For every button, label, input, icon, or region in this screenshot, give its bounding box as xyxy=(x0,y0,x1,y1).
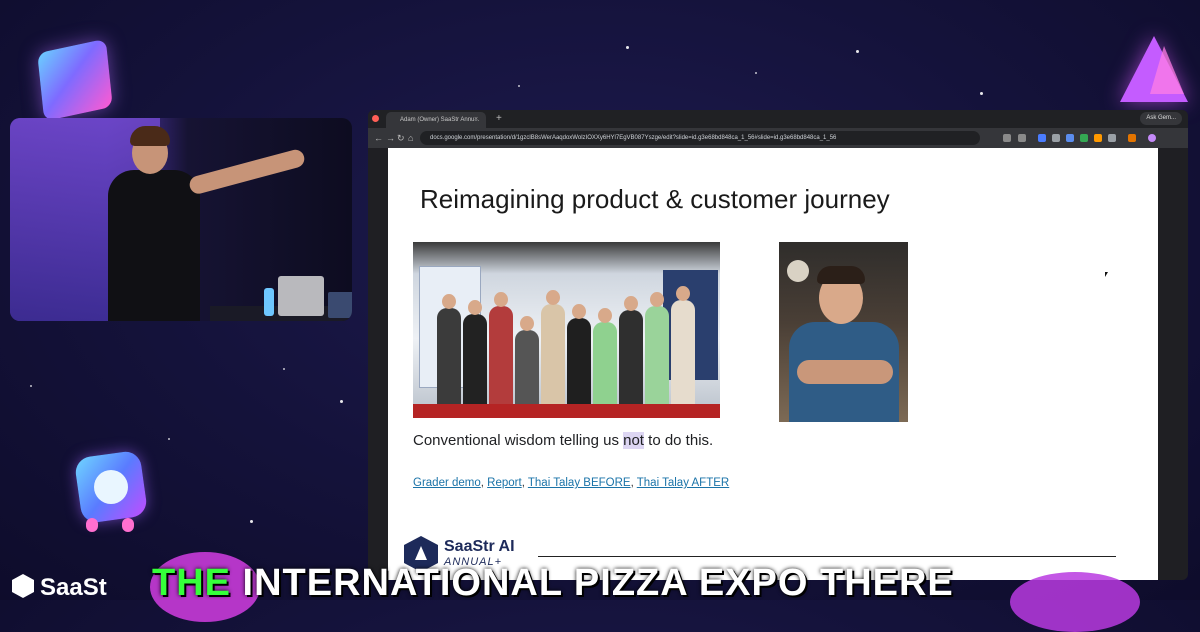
link-grader-demo[interactable]: Grader demo xyxy=(413,477,481,489)
caption-text: Conventional wisdom telling us xyxy=(413,432,624,449)
link-thai-talay-after[interactable]: Thai Talay AFTER xyxy=(637,477,729,489)
slide-footer-divider xyxy=(538,556,1116,557)
saastr-logo-name: SaaStr AI xyxy=(444,538,515,555)
new-tab-button[interactable]: + xyxy=(496,111,502,127)
mascot-leg xyxy=(86,518,98,532)
home-icon[interactable]: ⌂ xyxy=(408,131,413,145)
star xyxy=(30,385,32,387)
person xyxy=(463,300,487,418)
extension-icon[interactable] xyxy=(1108,134,1116,142)
link-thai-talay-before[interactable]: Thai Talay BEFORE xyxy=(528,477,631,489)
water-bottle xyxy=(264,288,274,316)
extension-icon[interactable] xyxy=(1066,134,1074,142)
star xyxy=(340,400,343,403)
red-carpet xyxy=(413,404,720,418)
slide-caption: Conventional wisdom telling us not to do… xyxy=(413,432,713,449)
back-icon[interactable]: ← xyxy=(374,131,383,145)
team-group xyxy=(437,282,707,418)
mascot-leg xyxy=(122,518,134,532)
speaker-body xyxy=(108,170,200,321)
star xyxy=(283,368,285,370)
event-brand-text: SaaSt xyxy=(40,574,107,601)
profile-avatar[interactable] xyxy=(1148,134,1156,142)
video-subtitle: THE INTERNATIONAL PIZZA EXPO THERE xyxy=(152,562,954,605)
tab-bar: Adam (Owner) SaaStr Annu... × + Ask Gem.… xyxy=(368,110,1188,128)
slide-links: Grader demo, Report, Thai Talay BEFORE, … xyxy=(413,477,729,489)
slide-title: Reimagining product & customer journey xyxy=(420,184,890,214)
monitor xyxy=(328,292,352,318)
person xyxy=(489,292,513,418)
event-brand: SaaSt xyxy=(12,574,107,602)
close-tab-icon[interactable]: × xyxy=(474,112,478,128)
mascot-face xyxy=(94,470,128,504)
reload-icon[interactable]: ↻ xyxy=(397,131,405,145)
star xyxy=(168,438,170,440)
tab-title: Adam (Owner) SaaStr Annu... xyxy=(400,117,480,123)
person xyxy=(619,296,643,418)
prism-highlight xyxy=(1150,46,1184,94)
extension-icon[interactable] xyxy=(1038,134,1046,142)
star xyxy=(980,92,983,95)
speaker-arm xyxy=(187,147,307,196)
extension-icon[interactable] xyxy=(1094,134,1102,142)
cube-icon xyxy=(37,38,113,122)
mascot-icon xyxy=(72,448,150,532)
browser-tab[interactable]: Adam (Owner) SaaStr Annu... xyxy=(386,112,486,128)
ask-gemini-button[interactable]: Ask Gem... xyxy=(1140,112,1182,125)
caption-highlight: not xyxy=(623,432,644,449)
saastr-hex-icon xyxy=(12,574,34,598)
caption-text: to do this. xyxy=(643,432,714,449)
star xyxy=(626,46,629,49)
presentation-slide: Reimagining product & customer journey C… xyxy=(388,148,1158,580)
person xyxy=(567,304,591,418)
person xyxy=(541,290,565,418)
browser-window: Adam (Owner) SaaStr Annu... × + Ask Gem.… xyxy=(368,110,1188,580)
browser-toolbar: ← → ↻ ⌂ docs.google.com/presentation/d/1… xyxy=(368,128,1188,148)
decorative-blob xyxy=(1010,572,1140,632)
trade-show-team-photo xyxy=(413,242,720,418)
speaker-hair xyxy=(130,126,170,146)
forward-icon[interactable]: → xyxy=(386,131,395,145)
extension-icon[interactable] xyxy=(1080,134,1088,142)
restaurant-owner-photo xyxy=(779,242,908,422)
close-window-button[interactable] xyxy=(372,115,379,122)
wall-sign xyxy=(787,260,809,282)
person xyxy=(645,292,669,418)
star xyxy=(856,50,859,53)
star xyxy=(518,85,520,87)
subtitle-text: INTERNATIONAL PIZZA EXPO THERE xyxy=(231,562,954,604)
speaker-camera-feed xyxy=(10,118,352,321)
owner-hair xyxy=(817,266,865,284)
person xyxy=(671,286,695,418)
mouse-cursor xyxy=(1105,272,1108,277)
extension-icon[interactable] xyxy=(1052,134,1060,142)
person xyxy=(437,294,461,418)
crossed-arms xyxy=(797,360,893,384)
star xyxy=(250,520,253,523)
star xyxy=(755,72,757,74)
bookmark-star-icon[interactable] xyxy=(1018,134,1026,142)
link-report[interactable]: Report xyxy=(487,477,522,489)
subtitle-highlight-word: THE xyxy=(152,562,231,604)
extension-icon[interactable] xyxy=(1128,134,1136,142)
zoom-icon[interactable] xyxy=(1003,134,1011,142)
address-bar[interactable]: docs.google.com/presentation/d/1gzclB8sW… xyxy=(420,131,980,145)
laptop xyxy=(278,276,324,316)
